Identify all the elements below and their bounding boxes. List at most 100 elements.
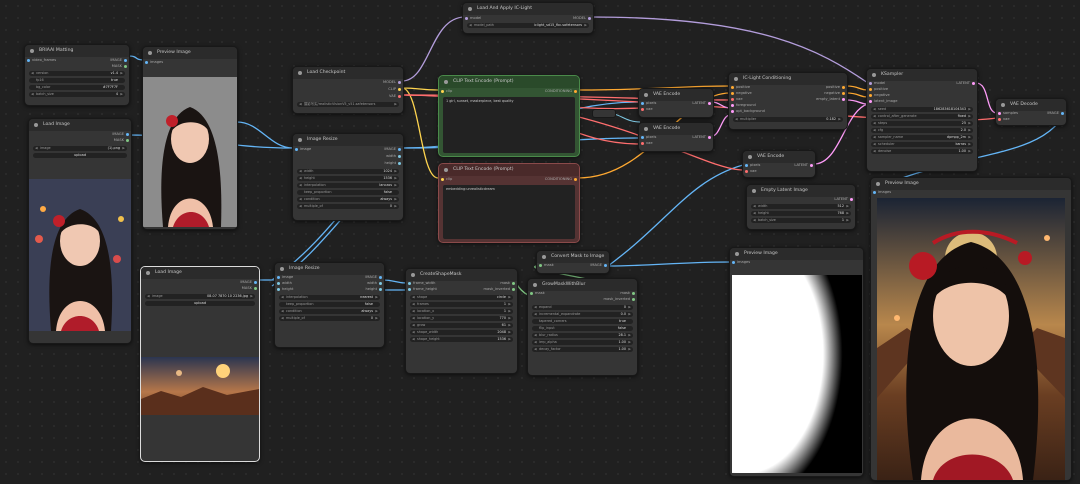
arrow-right-icon[interactable]: ▶ <box>584 23 587 28</box>
input-slot[interactable]: video_frames <box>27 58 56 63</box>
arrow-right-icon[interactable]: ▶ <box>508 295 511 300</box>
node-iclight-conditioning[interactable]: IC-Light Conditioning positive negative … <box>728 72 848 130</box>
arrow-right-icon[interactable]: ▶ <box>508 323 511 328</box>
output-slot[interactable]: mask_inverted <box>484 287 515 292</box>
input-slot[interactable]: pixels <box>745 163 760 168</box>
collapse-dot-icon[interactable] <box>468 7 472 11</box>
image-combo[interactable]: ◀ image (1).png ▶ <box>33 146 127 151</box>
arrow-right-icon[interactable]: ▶ <box>120 92 123 97</box>
node-preview-image-final[interactable]: Preview Image images <box>870 177 1072 481</box>
arrow-right-icon[interactable]: ▶ <box>968 135 971 140</box>
widget-number[interactable]: ◀ batch_size 1 ▶ <box>751 218 851 223</box>
arrow-left-icon[interactable]: ◀ <box>299 197 302 202</box>
node-image-resize[interactable]: Image Resize image width height IMAGE wi… <box>274 262 385 348</box>
collapse-dot-icon[interactable] <box>34 123 38 127</box>
node-load-checkpoint[interactable]: Load Checkpoint MODEL CLIP VAE ◀ 摄影写实/rea… <box>292 66 404 114</box>
output-slot[interactable]: height <box>366 287 382 292</box>
widget-number[interactable]: ◀ decay_factor 1.00 ▶ <box>532 347 633 352</box>
collapse-dot-icon[interactable] <box>30 49 34 53</box>
arrow-left-icon[interactable]: ◀ <box>299 183 302 188</box>
input-slot[interactable]: model <box>869 81 885 86</box>
widget-number[interactable]: ◀ shape_height 1536 ▶ <box>410 337 513 342</box>
arrow-left-icon[interactable]: ◀ <box>299 204 302 209</box>
arrow-left-icon[interactable]: ◀ <box>281 295 284 300</box>
arrow-right-icon[interactable]: ▶ <box>508 316 511 321</box>
ckpt-name-combo[interactable]: ◀ 摄影写实/realisticVisionV5_v51.safetensors ▶ <box>297 102 399 107</box>
widget-number[interactable]: ◀ incremental_expandrate 0.0 ▶ <box>532 312 633 317</box>
node-title[interactable]: IC-Light Conditioning <box>729 73 847 85</box>
output-slot[interactable]: LATENT <box>834 197 853 202</box>
widget-toggle[interactable]: fp16 true <box>29 78 125 83</box>
arrow-left-icon[interactable]: ◀ <box>753 218 756 223</box>
arrow-left-icon[interactable]: ◀ <box>147 294 150 299</box>
output-slot[interactable]: positive <box>826 85 845 90</box>
collapse-dot-icon[interactable] <box>411 273 415 277</box>
arrow-right-icon[interactable]: ▶ <box>628 347 631 352</box>
widget-toggle[interactable]: keep_proportion false <box>279 302 380 307</box>
model-path-combo[interactable]: ◀ model_path iclight_sd15_fbc.safetensors ▶ <box>467 23 589 28</box>
arrow-left-icon[interactable]: ◀ <box>735 117 738 122</box>
output-slot[interactable]: mask <box>500 281 515 286</box>
output-slot[interactable]: width <box>386 154 401 159</box>
node-title[interactable]: Load And Apply IC-Light <box>463 3 593 15</box>
collapse-dot-icon[interactable] <box>1001 103 1005 107</box>
collapse-dot-icon[interactable] <box>533 283 537 287</box>
widget-toggle[interactable]: flip_input false <box>532 326 633 331</box>
output-slot[interactable]: mask <box>620 291 635 296</box>
arrow-left-icon[interactable]: ◀ <box>299 176 302 181</box>
node-title[interactable]: Load Image <box>141 267 259 279</box>
widget-number[interactable]: ◀ location_y 770 ▶ <box>410 316 513 321</box>
widget-number[interactable]: ◀ shape_width 2048 ▶ <box>410 330 513 335</box>
widget-number[interactable]: ◀ steps 25 ▶ <box>871 121 973 126</box>
arrow-left-icon[interactable]: ◀ <box>753 204 756 209</box>
arrow-left-icon[interactable]: ◀ <box>534 305 537 310</box>
output-slot[interactable]: IMAGE <box>1047 111 1064 116</box>
widget-number[interactable]: ◀ seed 186283618104343 ▶ <box>871 107 973 112</box>
collapse-dot-icon[interactable] <box>148 51 152 55</box>
widget-combo[interactable]: ◀ condition always ▶ <box>279 309 380 314</box>
collapse-dot-icon[interactable] <box>644 93 648 97</box>
arrow-right-icon[interactable]: ▶ <box>508 302 511 307</box>
widget-number[interactable]: ◀ width 1024 ▶ <box>297 169 399 174</box>
output-slot[interactable]: IMAGE <box>110 58 127 63</box>
arrow-right-icon[interactable]: ▶ <box>394 204 397 209</box>
widget-text[interactable]: bg_color #7F7F7F <box>29 85 125 90</box>
node-clip-text-positive[interactable]: CLIP Text Encode (Prompt) clip CONDITION… <box>438 75 580 157</box>
widget-combo[interactable]: ◀ interpolation lanczos ▶ <box>297 183 399 188</box>
arrow-right-icon[interactable]: ▶ <box>968 149 971 154</box>
output-slot[interactable]: MODEL <box>573 16 591 21</box>
input-slot[interactable]: negative <box>731 91 752 96</box>
collapse-dot-icon[interactable] <box>735 252 739 256</box>
widget-combo[interactable]: ◀ interpolation nearest ▶ <box>279 295 380 300</box>
input-slot[interactable]: vae <box>641 107 653 112</box>
node-title[interactable]: VAE Encode <box>743 151 815 163</box>
widget-combo[interactable]: ◀ shape circle ▶ <box>410 295 513 300</box>
node-title[interactable]: Preview Image <box>730 248 863 260</box>
widget-number[interactable]: ◀ frames 1 ▶ <box>410 302 513 307</box>
input-slot[interactable]: image <box>277 275 293 280</box>
arrow-right-icon[interactable]: ▶ <box>628 312 631 317</box>
widget-toggle[interactable]: tapered_corners true <box>532 319 633 324</box>
arrow-right-icon[interactable]: ▶ <box>838 117 841 122</box>
output-slot[interactable]: IMAGE <box>384 147 401 152</box>
node-title[interactable]: KSampler <box>867 69 977 81</box>
output-slot[interactable]: IMAGE <box>240 280 257 285</box>
arrow-right-icon[interactable]: ▶ <box>846 218 849 223</box>
node-title[interactable]: CLIP Text Encode (Prompt) <box>439 164 579 176</box>
output-slot[interactable]: LATENT <box>692 101 711 106</box>
arrow-right-icon[interactable]: ▶ <box>394 183 397 188</box>
collapse-dot-icon[interactable] <box>542 255 546 259</box>
arrow-left-icon[interactable]: ◀ <box>873 114 876 119</box>
arrow-left-icon[interactable]: ◀ <box>534 340 537 345</box>
widget-number[interactable]: ◀ multiplier 0.182 ▶ <box>733 117 843 122</box>
widget-combo[interactable]: ◀ scheduler karras ▶ <box>871 142 973 147</box>
node-preview-image[interactable]: Preview Image images <box>142 46 238 230</box>
input-slot[interactable]: negative <box>869 93 890 98</box>
collapse-dot-icon[interactable] <box>280 267 284 271</box>
arrow-left-icon[interactable]: ◀ <box>753 211 756 216</box>
widget-number[interactable]: ◀ cfg 2.0 ▶ <box>871 128 973 133</box>
input-slot[interactable]: width <box>277 281 292 286</box>
node-iclight-loader[interactable]: Load And Apply IC-Light model MODEL ◀ mod… <box>462 2 594 34</box>
node-vae-decode[interactable]: VAE Decode samples vae IMAGE <box>995 98 1067 126</box>
node-vae-encode[interactable]: VAE Encode pixels vae LATENT <box>638 122 714 152</box>
